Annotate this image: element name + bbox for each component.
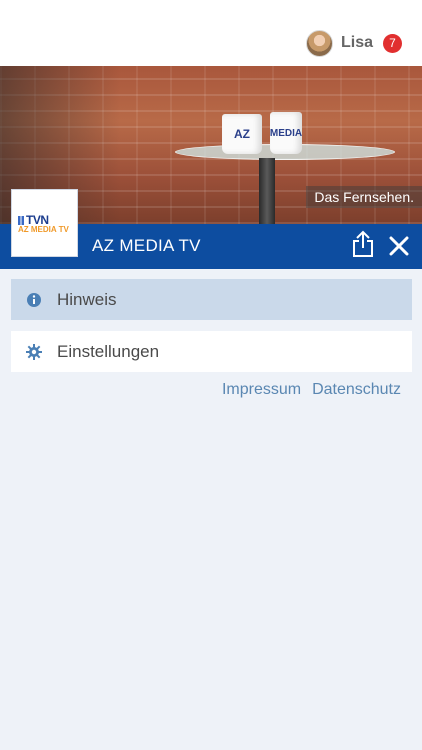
impressum-link[interactable]: Impressum [222, 381, 301, 403]
hero-mug: MEDIA [270, 112, 302, 154]
close-icon [389, 236, 409, 256]
share-button[interactable] [351, 230, 375, 258]
info-icon [26, 292, 42, 308]
hero-caption: Das Fernsehen. [306, 186, 422, 208]
user-name[interactable]: Lisa [341, 34, 373, 52]
notification-badge[interactable]: 7 [383, 33, 402, 53]
top-bar: Lisa 7 [0, 0, 422, 66]
menu-item-label: Einstellungen [57, 341, 160, 361]
station-title: AZ MEDIA TV [92, 236, 201, 255]
share-icon [353, 230, 373, 257]
gear-icon [26, 343, 42, 360]
hero-table-pole [259, 158, 275, 224]
footer-links: Impressum Datenschutz [222, 381, 401, 403]
logo-bars-icon [18, 216, 24, 225]
datenschutz-link[interactable]: Datenschutz [312, 381, 401, 403]
menu-item-hinweis[interactable]: Hinweis [11, 279, 412, 320]
logo-text-az-media: AZ MEDIA TV [18, 225, 69, 234]
menu-item-einstellungen[interactable]: Einstellungen [11, 331, 412, 372]
station-logo: TVN AZ MEDIA TV [11, 189, 78, 257]
hero-mug: AZ [222, 114, 262, 154]
close-button[interactable] [389, 236, 409, 256]
station-logo-mark: TVN AZ MEDIA TV [18, 214, 74, 235]
user-account[interactable]: Lisa 7 [305, 29, 402, 57]
avatar[interactable] [305, 29, 333, 57]
menu-item-label: Hinweis [57, 289, 117, 309]
